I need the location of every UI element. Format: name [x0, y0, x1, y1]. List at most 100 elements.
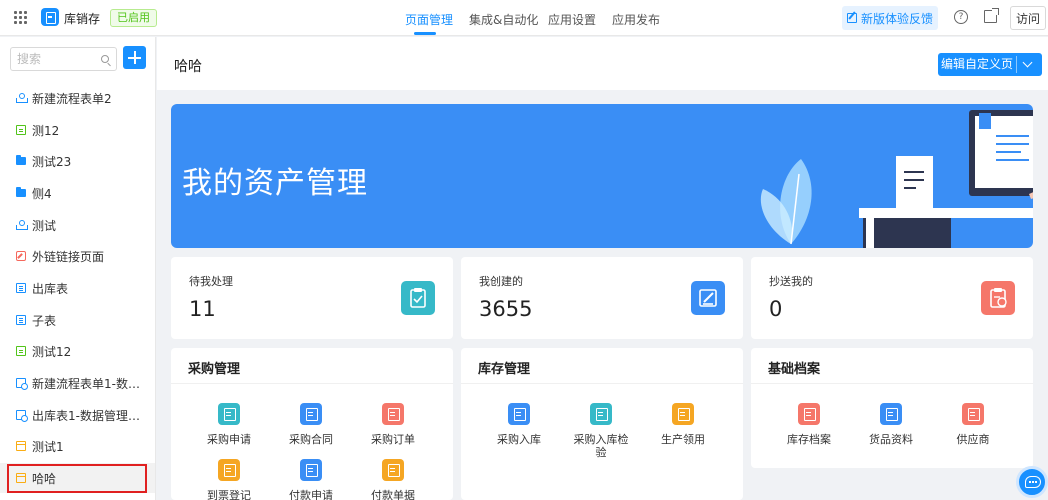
sidebar-item[interactable]: 侧4 — [0, 178, 155, 208]
module-item-payment-request[interactable]: 付款申请 — [271, 459, 351, 500]
module-item-invoice-register[interactable]: 到票登记 — [189, 459, 269, 500]
sidebar-item-label: 侧4 — [32, 186, 52, 201]
sidebar-item[interactable]: 测试 — [0, 210, 155, 240]
tab-app-settings[interactable]: 应用设置 — [548, 11, 596, 28]
main-content: 哈哈 编辑自定义页 我的资产管理 待我处理 11 我创建的 3655 抄送我的 … — [157, 37, 1048, 500]
module-divider — [171, 383, 453, 384]
module-item-label: 采购申请 — [207, 433, 251, 446]
cc-icon — [981, 281, 1015, 315]
custom-page-icon — [16, 441, 26, 451]
banner: 我的资产管理 — [171, 104, 1033, 248]
stat-value: 11 — [189, 297, 216, 321]
custom-page-icon — [16, 473, 26, 483]
data-manage-icon — [16, 378, 28, 390]
module-item-label: 库存档案 — [787, 433, 831, 446]
sidebar-item-label: 测试23 — [32, 154, 72, 169]
stat-card-pending[interactable]: 待我处理 11 — [171, 257, 453, 339]
sidebar-item[interactable]: 出库表1-数据管理页1 — [0, 400, 155, 430]
module-item-label: 采购合同 — [289, 433, 333, 446]
flow-icon — [16, 93, 28, 103]
created-edit-icon — [691, 281, 725, 315]
module-divider — [461, 383, 743, 384]
edit-custom-page-button[interactable]: 编辑自定义页 — [938, 53, 1042, 76]
sidebar-item[interactable]: 测试23 — [0, 146, 155, 176]
payment-request-icon — [300, 459, 322, 481]
page-header: 哈哈 编辑自定义页 — [157, 37, 1048, 90]
tab-app-publish[interactable]: 应用发布 — [612, 11, 660, 28]
button-separator — [1016, 56, 1017, 73]
add-page-button[interactable] — [123, 46, 146, 69]
sidebar-item[interactable]: 出库表 — [0, 273, 155, 303]
module-item-label: 采购入库检验 — [573, 433, 629, 459]
active-tab-indicator — [414, 32, 436, 35]
form-icon — [16, 346, 26, 356]
module-card-purchase: 采购管理 采购申请 采购合同 采购订单 到票登记 付款申请 付款单据 — [171, 348, 453, 500]
sidebar-item[interactable]: 新建流程表单2 — [0, 83, 155, 113]
sidebar-item[interactable]: 子表 — [0, 305, 155, 335]
open-external-icon[interactable] — [984, 8, 999, 23]
sidebar-item[interactable]: 测试1 — [0, 431, 155, 461]
edit-custom-page-label: 编辑自定义页 — [940, 57, 1013, 71]
module-item-purchase-contract[interactable]: 采购合同 — [271, 403, 351, 446]
sidebar-item[interactable]: 外链链接页面 — [0, 241, 155, 271]
sidebar-item-selected[interactable]: 哈哈 — [0, 463, 155, 493]
module-item-inventory-archive[interactable]: 库存档案 — [769, 403, 849, 446]
module-item-inbound-inspection[interactable]: 采购入库检验 — [561, 403, 641, 459]
sidebar-item-label: 新建流程表单2 — [32, 91, 112, 106]
banner-title: 我的资产管理 — [182, 166, 368, 201]
chevron-down-icon[interactable] — [1022, 57, 1033, 68]
help-icon[interactable]: ? — [954, 10, 968, 24]
module-item-payment-voucher[interactable]: 付款单据 — [353, 459, 433, 500]
app-logo-icon — [41, 8, 59, 26]
tab-integration-automation[interactable]: 集成&自动化 — [469, 11, 538, 28]
sidebar-item[interactable]: 新建流程表单1-数据管理页 — [0, 368, 155, 398]
feedback-button[interactable]: 新版体验反馈 — [842, 6, 938, 30]
tab-page-management[interactable]: 页面管理 — [405, 11, 453, 28]
module-item-production-requisition[interactable]: 生产领用 — [643, 403, 723, 446]
inbound-inspection-icon — [590, 403, 612, 425]
app-name: 库销存 — [64, 12, 101, 26]
search-icon[interactable] — [101, 55, 109, 63]
module-title: 基础档案 — [768, 362, 821, 377]
invoice-register-icon — [218, 459, 240, 481]
stat-card-cc[interactable]: 抄送我的 0 — [751, 257, 1033, 339]
production-requisition-icon — [672, 403, 694, 425]
module-card-inventory: 库存管理 采购入库 采购入库检验 生产领用 — [461, 348, 743, 500]
folder-icon — [16, 187, 26, 197]
flow-icon — [16, 220, 28, 230]
folder-icon — [16, 155, 26, 165]
module-item-purchase-request[interactable]: 采购申请 — [189, 403, 269, 446]
chat-support-icon[interactable] — [1016, 466, 1048, 498]
purchase-request-icon — [218, 403, 240, 425]
doc-icon — [16, 315, 26, 325]
module-item-label: 付款申请 — [289, 489, 333, 500]
app-grid-icon[interactable] — [14, 11, 27, 24]
module-item-label: 生产领用 — [661, 433, 705, 446]
sidebar-item-label: 子表 — [32, 313, 57, 328]
module-item-label: 货品资料 — [869, 433, 913, 446]
stat-value: 0 — [769, 297, 783, 321]
module-title: 库存管理 — [478, 362, 531, 377]
module-item-label: 到票登记 — [207, 489, 251, 500]
data-manage-icon — [16, 410, 28, 422]
sidebar-item-label: 测试12 — [32, 344, 72, 359]
module-item-supplier[interactable]: 供应商 — [933, 403, 1013, 446]
module-item-purchase-order[interactable]: 采购订单 — [353, 403, 433, 446]
stat-card-created[interactable]: 我创建的 3655 — [461, 257, 743, 339]
stat-label: 抄送我的 — [769, 275, 813, 288]
module-item-goods-info[interactable]: 货品资料 — [851, 403, 931, 446]
sidebar-item-label: 新建流程表单1-数据管理页 — [32, 376, 140, 391]
sidebar-item-label: 测试 — [32, 218, 57, 233]
search-input[interactable] — [17, 51, 97, 67]
sidebar-item[interactable]: 测12 — [0, 115, 155, 145]
feedback-button-label: 新版体验反馈 — [860, 11, 933, 26]
sidebar: 新建流程表单2 测12 测试23 侧4 测试 外链链接页面 出库表 子表 测试1… — [0, 37, 156, 500]
module-item-purchase-inbound[interactable]: 采购入库 — [479, 403, 559, 446]
search-box[interactable] — [10, 47, 117, 71]
module-item-label: 付款单据 — [371, 489, 415, 500]
sidebar-item[interactable]: 测试12 — [0, 336, 155, 366]
visit-button[interactable]: 访问 — [1010, 6, 1046, 30]
sidebar-item-label: 出库表 — [32, 281, 69, 296]
stat-label: 待我处理 — [189, 275, 233, 288]
stat-label: 我创建的 — [479, 275, 523, 288]
